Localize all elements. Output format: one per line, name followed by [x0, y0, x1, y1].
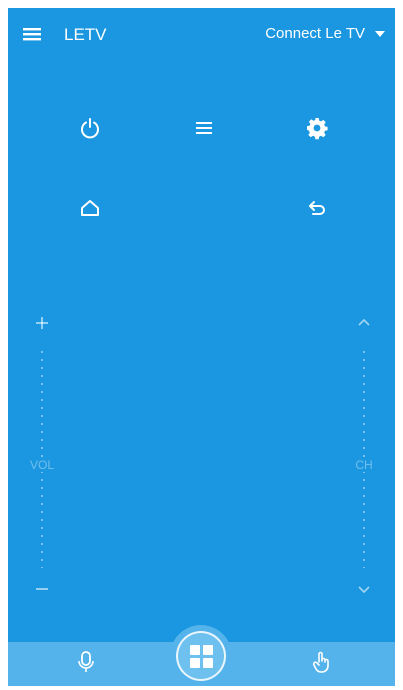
channel-control: CH — [344, 308, 384, 608]
microphone-icon — [78, 651, 94, 672]
chevron-down-icon — [358, 586, 370, 594]
return-icon — [309, 201, 325, 215]
gear-icon — [307, 118, 328, 140]
apps-button[interactable] — [176, 631, 226, 681]
voice-button[interactable] — [68, 644, 104, 680]
hand-pointer-icon — [312, 651, 329, 673]
tv-menu-button[interactable] — [182, 106, 226, 150]
list-menu-icon — [196, 122, 212, 134]
apps-grid-icon — [189, 644, 213, 668]
hamburger-menu-icon[interactable] — [22, 24, 42, 44]
app-title: LETV — [64, 25, 107, 44]
channel-label: CH — [344, 458, 384, 472]
minus-icon — [36, 588, 48, 590]
plus-icon — [36, 317, 48, 329]
caret-down-icon — [375, 30, 385, 37]
channel-up-button[interactable] — [344, 308, 384, 338]
apps-button-wrap — [170, 625, 232, 686]
back-button[interactable] — [295, 186, 339, 230]
touch-mode-button[interactable] — [304, 644, 340, 680]
chevron-up-icon — [358, 318, 370, 326]
power-icon — [81, 118, 99, 139]
settings-button[interactable] — [295, 106, 339, 150]
connect-tv-label: Connect Le TV — [265, 25, 365, 42]
volume-label: VOL — [22, 458, 62, 472]
volume-up-button[interactable] — [22, 308, 62, 338]
home-icon — [81, 200, 99, 216]
connect-tv-dropdown[interactable]: Connect Le TV — [265, 25, 385, 42]
top-bar: LETV Connect Le TV — [8, 8, 395, 64]
home-button[interactable] — [68, 186, 112, 230]
volume-down-button[interactable] — [22, 574, 62, 604]
channel-down-button[interactable] — [344, 574, 384, 604]
power-button[interactable] — [68, 106, 112, 150]
remote-screen: LETV Connect Le TV VOL CH — [8, 8, 395, 686]
volume-control: VOL — [22, 308, 62, 608]
